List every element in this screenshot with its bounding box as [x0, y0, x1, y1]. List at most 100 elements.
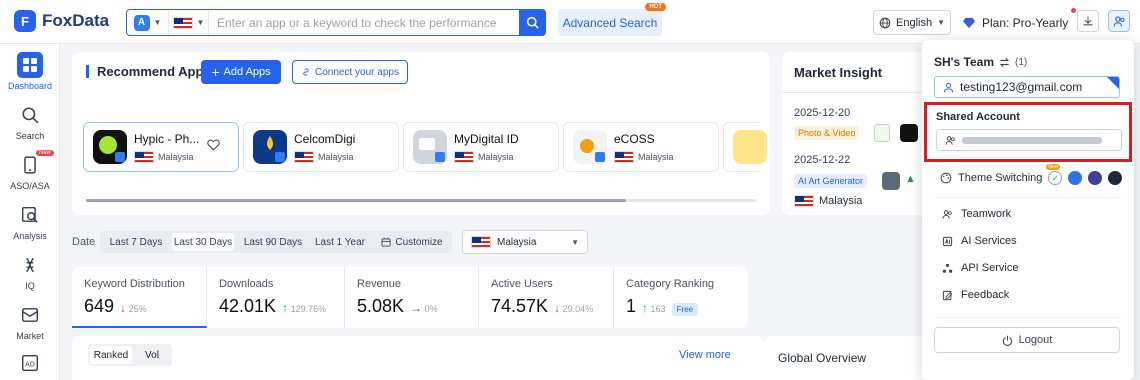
sidebar-item-search[interactable]: Search — [0, 102, 60, 141]
insight-tag[interactable]: Photo & Video — [794, 126, 860, 140]
horizontal-scrollbar[interactable] — [86, 199, 756, 202]
account-dropdown-panel: SH's Team (1) testing123@gmail.com Share… — [922, 40, 1134, 380]
metric-label: Active Users — [491, 278, 553, 290]
heart-icon[interactable] — [207, 139, 220, 151]
app-country-label: Malaysia — [318, 152, 354, 162]
ad-icon: AD — [17, 350, 43, 376]
insight-app-icon[interactable] — [900, 124, 918, 142]
plan-badge[interactable]: Plan: Pro-Yearly — [962, 8, 1077, 35]
metric-downloads[interactable]: Downloads 42.01K ↑ 129.76% — [207, 267, 345, 328]
sidebar-item-aso-asa[interactable]: New ASO/ASA — [0, 150, 60, 191]
download-button[interactable] — [1077, 10, 1099, 32]
tab-last-30-days[interactable]: Last 30 Days — [172, 233, 234, 251]
connect-apps-button[interactable]: Connect your apps — [292, 60, 408, 84]
search-input[interactable] — [209, 15, 519, 30]
sidebar-item-ad[interactable]: AD — [0, 350, 60, 376]
sidebar-label-analysis: Analysis — [13, 231, 47, 241]
download-icon — [1083, 16, 1093, 26]
search-bar: A ▼ ▼ — [126, 9, 546, 36]
theme-switching-row: Theme Switching ✓ New — [940, 164, 1123, 185]
app-card-partial[interactable] — [723, 122, 767, 172]
tab-customize[interactable]: Customize — [374, 233, 450, 251]
theme-swatch-blue[interactable] — [1068, 171, 1083, 185]
shared-account-title: Shared Account — [936, 111, 1020, 123]
metric-revenue[interactable]: Revenue 5.08K → 0% — [345, 267, 479, 328]
sidebar-item-dashboard[interactable]: Dashboard — [0, 52, 60, 91]
menu-item-api-service[interactable]: API Service — [942, 262, 1018, 274]
language-select[interactable]: English ▼ — [873, 10, 951, 35]
insight-app-icon[interactable] — [874, 124, 890, 142]
logout-button[interactable]: Logout — [934, 327, 1120, 353]
notification-dot — [1071, 8, 1077, 13]
account-button[interactable] — [1108, 10, 1130, 32]
advanced-search-button[interactable]: Advanced Search HOT — [558, 3, 666, 36]
add-apps-button[interactable]: + Add Apps — [201, 60, 281, 84]
store-select[interactable]: A ▼ — [127, 10, 169, 35]
app-store-icon: A — [133, 14, 150, 31]
theme-swatch-indigo[interactable] — [1088, 171, 1103, 185]
scrollbar-thumb[interactable] — [86, 199, 626, 202]
search-button[interactable] — [519, 10, 545, 35]
menu-label: API Service — [961, 262, 1019, 274]
tab-last-7-days[interactable]: Last 7 Days — [102, 233, 170, 251]
theme-swatch-default[interactable]: ✓ New — [1046, 164, 1063, 185]
market-insight-title: Market Insight — [794, 65, 883, 80]
date-label: Date — [72, 236, 96, 248]
app-card-mydigital-id[interactable]: MyDigital ID Malaysia — [403, 122, 559, 172]
global-overview-card: Global Overview — [764, 336, 930, 380]
metric-change: 163 — [650, 304, 666, 314]
app-country: Malaysia — [134, 151, 194, 163]
metric-active-users[interactable]: Active Users 74.57K ↓ 29.04% — [479, 267, 614, 328]
view-more-link[interactable]: View more — [679, 349, 731, 361]
menu-label: AI Services — [961, 235, 1017, 247]
insight-app-icon[interactable] — [882, 172, 900, 190]
search-icon — [17, 102, 43, 128]
metric-keyword-distribution[interactable]: Keyword Distribution 649 ↓ 25% — [72, 267, 207, 328]
top-bar: F FoxData A ▼ ▼ Advanced Search HOT Engl… — [0, 0, 1140, 44]
menu-item-teamwork[interactable]: Teamwork — [942, 208, 1011, 220]
current-account[interactable]: testing123@gmail.com — [934, 76, 1120, 98]
sidebar: Dashboard Search New ASO/ASA Analysis IQ… — [0, 44, 60, 380]
link-icon — [303, 68, 309, 76]
brand-logo[interactable]: F FoxData — [14, 10, 109, 32]
insight-tag[interactable]: AI Art Generator — [794, 174, 868, 188]
toggle-ranked[interactable]: Ranked — [90, 346, 132, 364]
palette-icon — [940, 172, 952, 184]
tab-last-1-year[interactable]: Last 1 Year — [310, 233, 370, 251]
user-icon — [943, 82, 954, 92]
sidebar-label-iq: IQ — [25, 281, 35, 291]
menu-item-feedback[interactable]: Feedback — [942, 289, 1009, 301]
team-header[interactable]: SH's Team (1) — [934, 55, 1027, 69]
sidebar-item-analysis[interactable]: Analysis — [0, 202, 60, 241]
app-card-celcomdigi[interactable]: CelcomDigi Malaysia — [243, 122, 399, 172]
metric-arrow-icon: ↓ — [554, 301, 561, 315]
sidebar-item-iq[interactable]: IQ — [0, 252, 60, 291]
sidebar-item-market[interactable]: Market — [0, 302, 60, 341]
shared-account-item[interactable] — [936, 129, 1122, 151]
shared-account-highlight: Shared Account — [924, 102, 1132, 162]
metric-change: 129.76% — [290, 304, 327, 314]
diamond-icon — [963, 17, 975, 28]
app-country-label: Malaysia — [158, 152, 194, 162]
ecoss-app-icon — [573, 130, 607, 164]
divider — [934, 317, 1122, 318]
theme-swatch-dark[interactable] — [1108, 171, 1123, 185]
toggle-vol[interactable]: Vol — [134, 346, 170, 364]
app-country: Malaysia — [614, 151, 674, 163]
metric-value: 42.01K — [219, 296, 277, 316]
app-card-ecoss[interactable]: eCOSS Malaysia — [563, 122, 719, 172]
logout-label: Logout — [1018, 334, 1053, 346]
tab-last-90-days[interactable]: Last 90 Days — [238, 233, 308, 251]
recommend-apps-title: Recommend Apps — [86, 65, 211, 78]
menu-item-ai-services[interactable]: AI Services — [942, 235, 1017, 247]
malaysia-flag-icon — [294, 151, 314, 163]
country-select[interactable]: ▼ — [169, 10, 209, 35]
switch-icon[interactable] — [999, 57, 1010, 68]
country-dropdown[interactable]: Malaysia ▼ — [462, 230, 588, 254]
insight-date: 2025-12-22 — [794, 154, 851, 166]
metric-label: Category Ranking — [626, 278, 715, 290]
metric-category-ranking[interactable]: Category Ranking 1 ↑ 163 Free — [614, 267, 748, 328]
market-insight-card: Market Insight 2025-12-20 Photo & Video … — [782, 52, 930, 215]
metric-value: 649 — [84, 296, 115, 316]
app-card-hypic[interactable]: Hypic - Ph... Malaysia — [83, 122, 239, 172]
